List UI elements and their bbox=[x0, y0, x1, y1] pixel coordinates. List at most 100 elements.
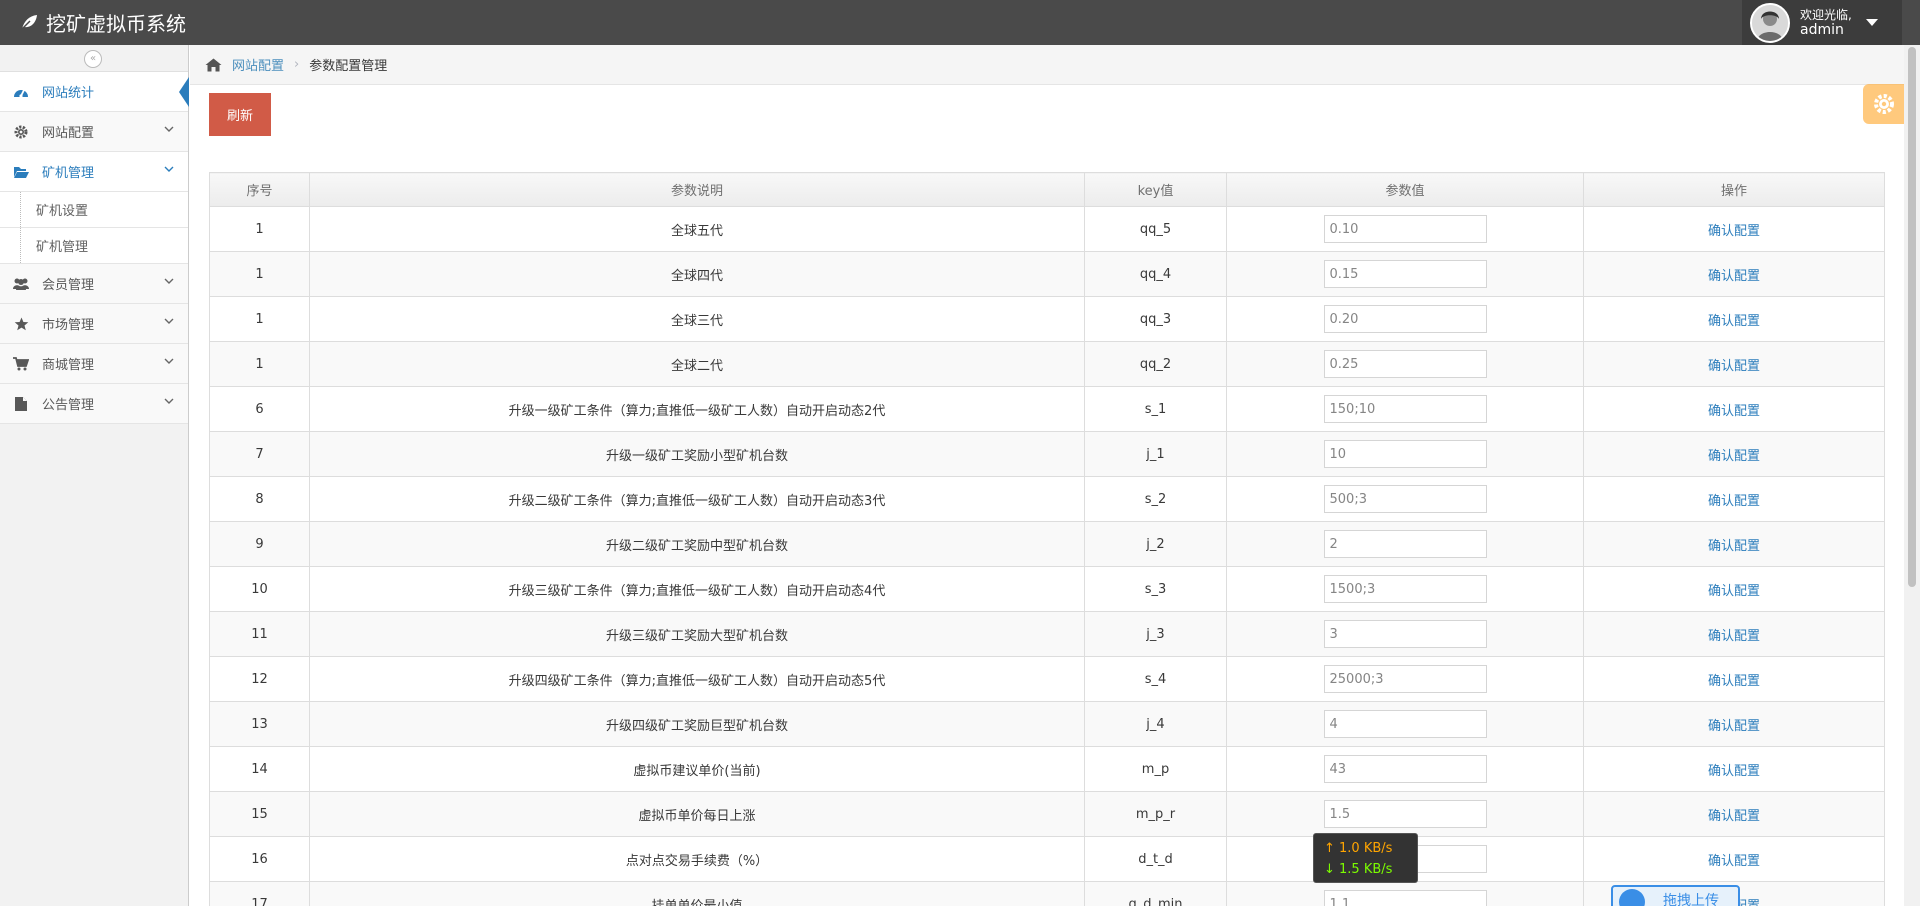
confirm-config-link[interactable]: 确认配置 bbox=[1708, 764, 1760, 779]
confirm-config-link[interactable]: 确认配置 bbox=[1708, 449, 1760, 464]
drag-upload-widget[interactable]: 拖拽上传 bbox=[1611, 885, 1740, 906]
row-index: 17 bbox=[209, 881, 310, 906]
leaf-icon bbox=[21, 15, 37, 30]
chevron-down-icon bbox=[164, 278, 174, 284]
param-value-input[interactable] bbox=[1323, 215, 1487, 243]
sidebar-item-miner-management[interactable]: 矿机管理 bbox=[0, 152, 188, 192]
sidebar-item-shop-management[interactable]: 商城管理 bbox=[0, 344, 188, 384]
breadcrumb-link-site-config[interactable]: 网站配置 bbox=[232, 55, 284, 74]
sidebar-subitem-miner-management[interactable]: 矿机管理 bbox=[0, 228, 188, 264]
config-table-container: 序号 参数说明 key值 参数值 操作 1全球五代qq_5确认配置 1全球四代q… bbox=[209, 172, 1885, 906]
page-scrollbar[interactable] bbox=[1904, 45, 1920, 906]
param-value-input[interactable] bbox=[1323, 755, 1487, 783]
sidebar-item-label: 商城管理 bbox=[42, 358, 95, 373]
network-speed-widget[interactable]: ↑ 1.0 KB/s ↓ 1.5 KB/s bbox=[1313, 833, 1418, 883]
table-row: 9升级二级矿工奖励中型矿机台数j_2 确认配置 bbox=[209, 521, 1885, 567]
scrollbar-thumb[interactable] bbox=[1908, 47, 1916, 587]
row-description: 点对点交易手续费（%） bbox=[309, 836, 1085, 882]
param-value-input[interactable] bbox=[1323, 485, 1487, 513]
sidebar-item-site-stats[interactable]: 网站统计 bbox=[0, 72, 189, 112]
confirm-config-link[interactable]: 确认配置 bbox=[1708, 224, 1760, 239]
param-value-input[interactable] bbox=[1323, 530, 1487, 558]
confirm-config-link[interactable]: 确认配置 bbox=[1708, 359, 1760, 374]
table-row: 8升级二级矿工条件（算力;直推低一级矿工人数）自动开启动态3代s_2 确认配置 bbox=[209, 476, 1885, 522]
confirm-config-link[interactable]: 确认配置 bbox=[1708, 404, 1760, 419]
row-key: s_2 bbox=[1084, 476, 1227, 522]
column-header-key: key值 bbox=[1084, 172, 1227, 207]
confirm-config-link[interactable]: 确认配置 bbox=[1708, 674, 1760, 689]
chevron-down-icon bbox=[164, 398, 174, 404]
row-description: 升级四级矿工条件（算力;直推低一级矿工人数）自动开启动态5代 bbox=[309, 656, 1085, 702]
sidebar-subitem-miner-settings[interactable]: 矿机设置 bbox=[0, 192, 188, 228]
breadcrumb-separator: › bbox=[294, 57, 300, 72]
breadcrumb-current: 参数配置管理 bbox=[309, 59, 388, 74]
refresh-button[interactable]: 刷新 bbox=[209, 93, 271, 136]
param-value-input[interactable] bbox=[1323, 710, 1487, 738]
param-value-input[interactable] bbox=[1323, 440, 1487, 468]
param-value-input[interactable] bbox=[1323, 665, 1487, 693]
sidebar: « 网站统计 网站配置 矿机管理 矿机设置 矿机管理 会员管理 市场管理 商城管… bbox=[0, 45, 189, 906]
table-row: 16 点对点交易手续费（%） d_t_d 确认配置 bbox=[209, 836, 1885, 882]
confirm-config-link[interactable]: 确认配置 bbox=[1708, 629, 1760, 644]
row-key: s_3 bbox=[1084, 566, 1227, 612]
app-title: 挖矿虚拟币系统 bbox=[46, 11, 186, 36]
confirm-config-link[interactable]: 确认配置 bbox=[1708, 854, 1760, 869]
row-key: j_4 bbox=[1084, 701, 1227, 747]
settings-toggle-button[interactable] bbox=[1863, 84, 1905, 124]
confirm-config-link[interactable]: 确认配置 bbox=[1708, 719, 1760, 734]
row-index: 1 bbox=[209, 296, 310, 342]
param-value-input[interactable] bbox=[1323, 575, 1487, 603]
sidebar-item-member-management[interactable]: 会员管理 bbox=[0, 264, 188, 304]
row-key: s_4 bbox=[1084, 656, 1227, 702]
username: admin bbox=[1800, 21, 1844, 38]
gear-icon bbox=[1874, 94, 1894, 114]
chevron-down-icon bbox=[164, 358, 174, 364]
confirm-config-link[interactable]: 确认配置 bbox=[1708, 584, 1760, 599]
param-value-input[interactable] bbox=[1323, 350, 1487, 378]
param-value-input[interactable] bbox=[1323, 620, 1487, 648]
row-key: qq_4 bbox=[1084, 251, 1227, 297]
sidebar-item-label: 矿机管理 bbox=[42, 166, 95, 181]
sidebar-item-site-config[interactable]: 网站配置 bbox=[0, 112, 188, 152]
confirm-config-link[interactable]: 确认配置 bbox=[1708, 809, 1760, 824]
column-header-action: 操作 bbox=[1583, 172, 1885, 207]
table-row: 13升级四级矿工奖励巨型矿机台数j_4 确认配置 bbox=[209, 701, 1885, 747]
avatar bbox=[1750, 2, 1790, 43]
row-description: 升级三级矿工条件（算力;直推低一级矿工人数）自动开启动态4代 bbox=[309, 566, 1085, 612]
row-key: qq_5 bbox=[1084, 206, 1227, 252]
table-row: 1全球三代qq_3 确认配置 bbox=[209, 296, 1885, 342]
confirm-config-link[interactable]: 确认配置 bbox=[1708, 494, 1760, 509]
sidebar-item-label: 网站统计 bbox=[42, 86, 95, 101]
row-key: g_d_min bbox=[1084, 881, 1227, 906]
home-icon[interactable] bbox=[205, 58, 222, 72]
confirm-config-link[interactable]: 确认配置 bbox=[1708, 539, 1760, 554]
row-index: 7 bbox=[209, 431, 310, 477]
table-row: 1全球四代qq_4 确认配置 bbox=[209, 251, 1885, 297]
table-row: 14虚拟币建议单价(当前)m_p 确认配置 bbox=[209, 746, 1885, 792]
row-key: d_t_d bbox=[1084, 836, 1227, 882]
user-menu[interactable]: 欢迎光临, admin bbox=[1742, 0, 1902, 45]
param-value-input[interactable] bbox=[1323, 800, 1487, 828]
confirm-config-link[interactable]: 确认配置 bbox=[1708, 314, 1760, 329]
param-value-input[interactable] bbox=[1323, 305, 1487, 333]
upload-speed: ↑ 1.0 KB/s bbox=[1324, 841, 1393, 856]
sidebar-item-notice-management[interactable]: 公告管理 bbox=[0, 384, 188, 424]
param-value-input[interactable] bbox=[1323, 260, 1487, 288]
row-index: 8 bbox=[209, 476, 310, 522]
confirm-config-link[interactable]: 确认配置 bbox=[1708, 269, 1760, 284]
brand[interactable]: 挖矿虚拟币系统 bbox=[20, 8, 186, 36]
collapse-sidebar-button[interactable]: « bbox=[84, 50, 102, 68]
param-value-input[interactable] bbox=[1323, 395, 1487, 423]
dashboard-icon bbox=[12, 83, 30, 101]
row-key: qq_2 bbox=[1084, 341, 1227, 387]
row-index: 11 bbox=[209, 611, 310, 657]
row-index: 1 bbox=[209, 251, 310, 297]
param-value-input[interactable] bbox=[1323, 890, 1487, 906]
row-description: 升级二级矿工奖励中型矿机台数 bbox=[309, 521, 1085, 567]
row-key: m_p bbox=[1084, 746, 1227, 792]
column-header-description: 参数说明 bbox=[309, 172, 1085, 207]
table-row: 7升级一级矿工奖励小型矿机台数j_1 确认配置 bbox=[209, 431, 1885, 477]
column-header-value: 参数值 bbox=[1226, 172, 1584, 207]
row-index: 1 bbox=[209, 341, 310, 387]
sidebar-item-market-management[interactable]: 市场管理 bbox=[0, 304, 188, 344]
